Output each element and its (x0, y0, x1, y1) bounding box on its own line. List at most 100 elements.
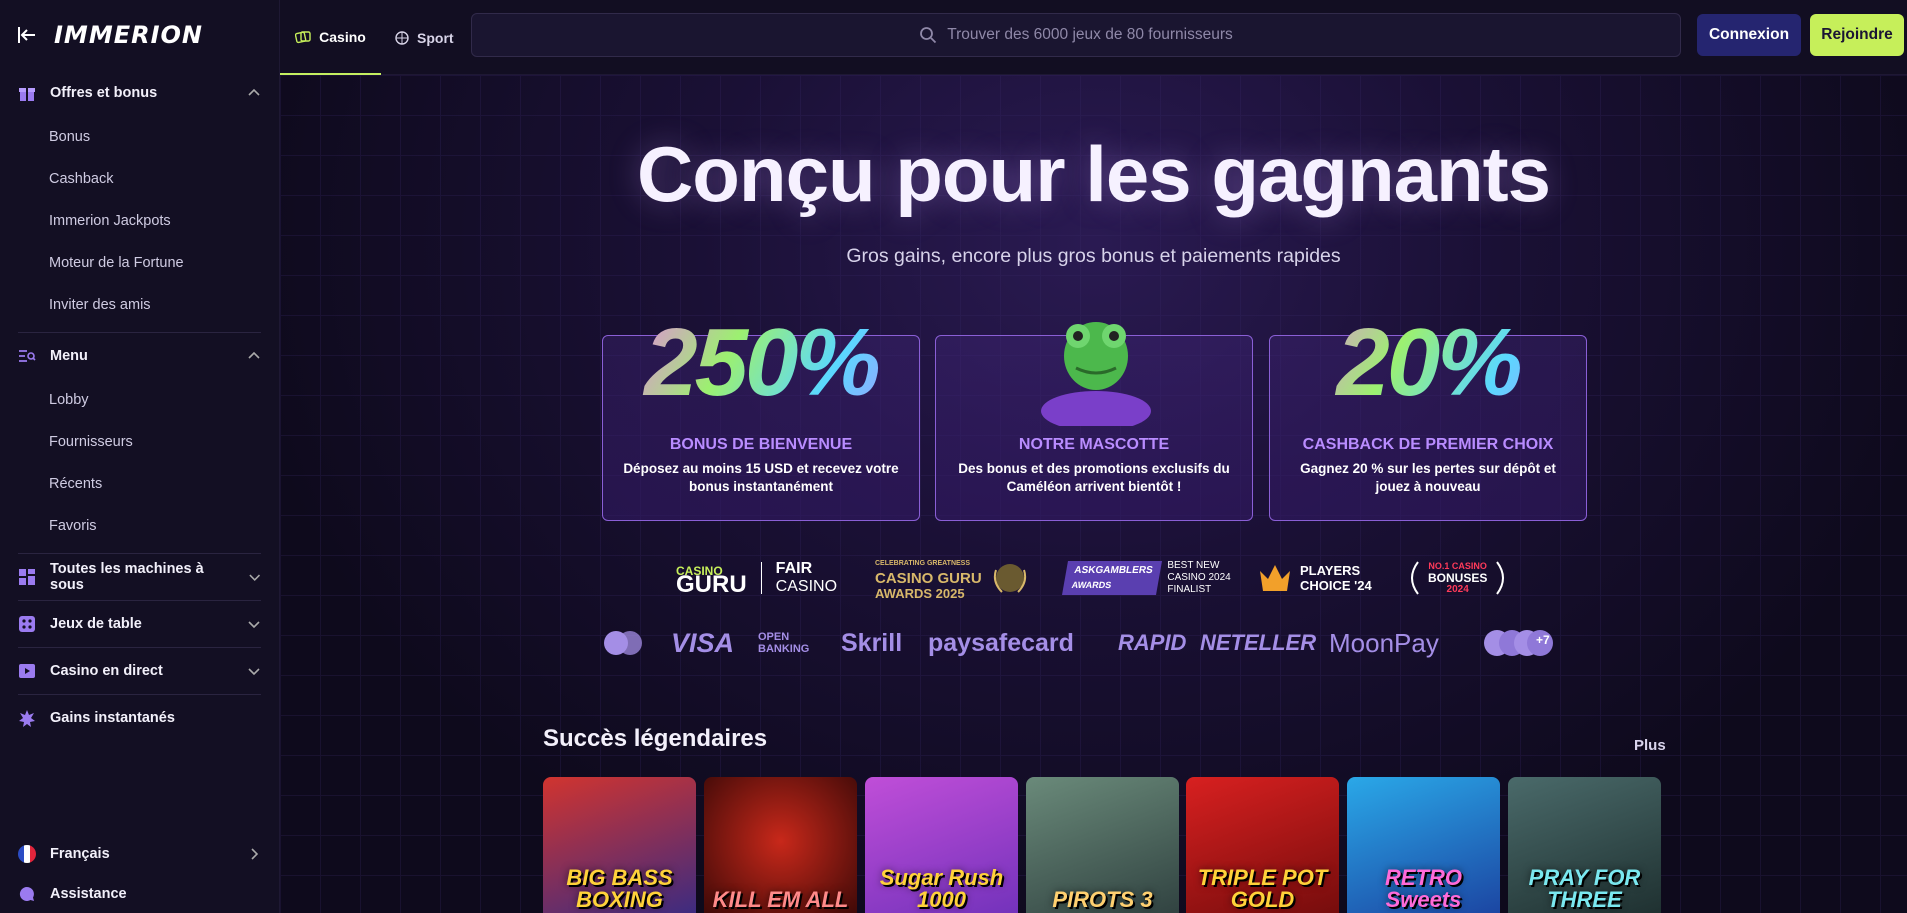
sidebar: IMMERION Offres et bonus Bonus Cashback … (0, 0, 280, 913)
neteller-logo: NETELLER (1200, 630, 1317, 655)
hero-subtitle: Gros gains, encore plus gros bonus et pa… (846, 245, 1341, 267)
grid-icon (18, 568, 36, 586)
sidebar-item-jackpots[interactable]: Immerion Jackpots (0, 200, 279, 242)
tab-casino[interactable]: Casino (280, 0, 381, 75)
category-table-label: Jeux de table (50, 616, 142, 632)
game-tile-big-bass-boxing[interactable]: BIG BASS BOXING (543, 777, 696, 913)
game-tile-kill-em-all[interactable]: KILL EM ALL (704, 777, 857, 913)
open-banking-line2: BANKING (758, 643, 810, 655)
login-button[interactable]: Connexion (1697, 14, 1801, 56)
chevron-right-icon (251, 848, 259, 860)
game-tile-retro-sweets[interactable]: RETRO Sweets (1347, 777, 1500, 913)
award-text: PLAYERS (1300, 563, 1361, 578)
sidebar-item-bonus[interactable]: Bonus (0, 116, 279, 158)
laurel-right-icon (1496, 561, 1505, 595)
award-text: CASINO (775, 578, 838, 595)
moonpay-logo: MoonPay (1329, 627, 1439, 658)
chevron-down-icon (248, 668, 260, 676)
search-placeholder: Trouver des 6000 jeux de 80 fournisseurs (947, 26, 1233, 43)
sidebar-item-cashback[interactable]: Cashback (0, 158, 279, 200)
tab-casino-label: Casino (319, 28, 366, 45)
rapid-logo: RAPID (1118, 630, 1187, 655)
sidebar-item-favorites[interactable]: Favoris (0, 505, 279, 547)
award-text: 2024 (1446, 584, 1469, 595)
category-instant-label: Gains instantanés (50, 710, 175, 726)
award-text: AWARDS 2025 (875, 585, 965, 601)
award-text: FAIR (775, 560, 813, 577)
chevron-down-icon (248, 574, 260, 581)
game-title: PRAY FOR THREE (1528, 865, 1641, 912)
category-instant-wins[interactable]: Gains instantanés (18, 695, 261, 741)
promo-card-welcome[interactable]: 250% BONUS DE BIENVENUE Déposez au moins… (602, 309, 920, 521)
game-title: Sugar Rush 1000 (879, 865, 1004, 912)
language-selector[interactable]: Français (18, 834, 261, 874)
award-text: ASKGAMBLERS (1073, 565, 1154, 576)
category-table-games[interactable]: Jeux de table (18, 601, 261, 647)
game-title: KILL EM ALL (712, 887, 849, 912)
visa-logo: VISA (671, 627, 735, 658)
game-title: TRIPLE POT GOLD (1197, 865, 1328, 912)
award-text: GURU (676, 571, 747, 598)
games-section-title: Succès légendaires (543, 725, 768, 752)
burst-icon (18, 709, 36, 727)
france-flag-icon (18, 845, 36, 863)
tab-sport[interactable]: Sport (395, 0, 459, 75)
players-choice-badge: PLAYERS CHOICE '24 (1258, 555, 1372, 601)
crown-icon (1260, 565, 1290, 591)
open-banking-line1: OPEN (758, 631, 790, 643)
category-live-casino[interactable]: Casino en direct (18, 648, 261, 694)
join-button[interactable]: Rejoindre (1810, 14, 1904, 56)
askgamblers-award-badge: ASKGAMBLERS AWARDS BEST NEW CASINO 2024 … (1062, 555, 1231, 601)
logo[interactable]: IMMERION (54, 21, 203, 49)
game-tile-pray-for-three[interactable]: PRAY FOR THREE (1508, 777, 1661, 913)
sidebar-item-providers[interactable]: Fournisseurs (0, 421, 279, 463)
casino-guru-awards-badge: CELEBRATING GREATNESS CASINO GURU AWARDS… (875, 555, 1030, 601)
game-title: RETRO Sweets (1385, 865, 1462, 912)
search-input[interactable]: Trouver des 6000 jeux de 80 fournisseurs (471, 13, 1681, 57)
paysafecard-logo: paysafecard (928, 628, 1074, 657)
promo-title: NOTRE MASCOTTE (1018, 436, 1170, 453)
search-icon (920, 27, 937, 44)
category-slots[interactable]: Toutes les machines à sous (18, 554, 261, 600)
sidebar-item-invite[interactable]: Inviter des amis (0, 284, 279, 326)
main-content: Conçu pour les gagnants Gros gains, enco… (280, 75, 1907, 913)
chevron-up-icon (248, 88, 260, 96)
offers-list: Bonus Cashback Immerion Jackpots Moteur … (0, 116, 279, 326)
section-offers-header[interactable]: Offres et bonus (18, 70, 261, 116)
laurel-left-icon (1411, 561, 1419, 595)
sidebar-item-fortune[interactable]: Moteur de la Fortune (0, 242, 279, 284)
sidebar-item-lobby[interactable]: Lobby (0, 379, 279, 421)
language-label: Français (50, 846, 110, 862)
promo-card-mascot[interactable]: NOTRE MASCOTTE Des bonus et des promotio… (935, 322, 1253, 521)
award-text: FINALIST (1167, 584, 1212, 595)
crypto-more-count: +7 (1536, 633, 1550, 647)
promo-card-cashback[interactable]: 20% CASHBACK DE PREMIER CHOIX Gagnez 20 … (1269, 309, 1587, 521)
award-text: CELEBRATING GREATNESS (875, 559, 971, 567)
sidebar-footer: Français Assistance (18, 834, 261, 913)
skrill-logo: Skrill (841, 628, 903, 657)
category-slots-label: Toutes les machines à sous (50, 561, 204, 593)
promo-description: Gagnez 20 % sur les pertes sur dépôt et … (1300, 461, 1556, 494)
promo-title: BONUS DE BIENVENUE (669, 436, 853, 453)
no1-bonuses-badge: NO.1 CASINO BONUSES 2024 (1406, 555, 1509, 601)
tab-sport-label: Sport (417, 29, 454, 46)
award-text: AWARDS (1070, 580, 1113, 590)
award-text: CASINO GURU (875, 569, 982, 587)
open-banking-logo: OPEN BANKING (758, 625, 809, 661)
sidebar-item-recent[interactable]: Récents (0, 463, 279, 505)
game-tile-triple-pot-gold[interactable]: TRIPLE POT GOLD (1186, 777, 1339, 913)
collapse-sidebar-icon[interactable] (16, 24, 38, 46)
award-text: BEST NEW (1167, 560, 1220, 571)
games-more-link[interactable]: Plus (1634, 737, 1666, 754)
play-icon (18, 662, 36, 680)
ball-icon (395, 30, 409, 45)
game-tile-pirots[interactable]: PIROTS 3 (1026, 777, 1179, 913)
support-link[interactable]: Assistance (18, 874, 261, 913)
section-menu-header[interactable]: Menu (18, 333, 261, 379)
game-title: BIG BASS BOXING (566, 865, 673, 912)
chevron-up-icon (248, 351, 260, 359)
gift-icon (18, 84, 36, 102)
promo-description: Déposez au moins 15 USD et recevez votre… (623, 461, 899, 494)
game-tile-sugar-rush[interactable]: Sugar Rush 1000 (865, 777, 1018, 913)
topbar: Casino Sport Trouver des 6000 jeux de 80… (280, 0, 1907, 75)
